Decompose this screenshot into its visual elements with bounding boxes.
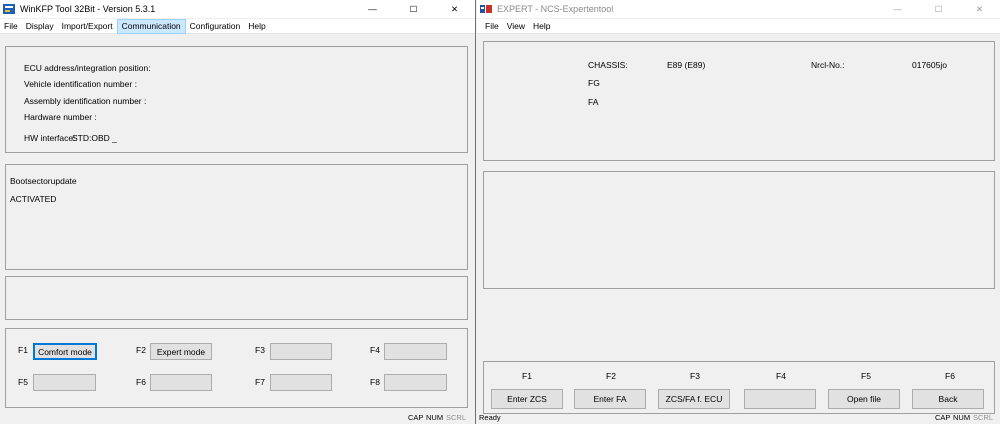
comfort-mode-button[interactable]: Comfort mode (33, 343, 97, 360)
enter-fa-button[interactable]: Enter FA (574, 389, 646, 409)
ncs-titlebar[interactable]: EXPERT - NCS-Expertentool — ☐ ✕ (477, 0, 1000, 18)
winkfp-menubar: File Display Import/Export Communication… (0, 18, 475, 34)
menu-help[interactable]: Help (244, 19, 269, 34)
enter-zcs-button[interactable]: Enter ZCS (491, 389, 563, 409)
hw-interface-value: STD:OBD _ (72, 133, 117, 143)
menu-help[interactable]: Help (529, 19, 554, 34)
fkey-label-f6: F6 (945, 371, 955, 381)
winkfp-titlebar[interactable]: WinKFP Tool 32Bit - Version 5.3.1 — ☐ ✕ (0, 0, 475, 18)
job-panel (483, 171, 995, 289)
scrl-indicator: SCRL (973, 413, 994, 422)
close-icon[interactable]: ✕ (959, 0, 1000, 18)
fkey-label-f5: F5 (861, 371, 871, 381)
hw-interface-label: HW interface: (24, 133, 76, 143)
f8-button[interactable] (384, 374, 447, 391)
winkfp-window: WinKFP Tool 32Bit - Version 5.3.1 — ☐ ✕ … (0, 0, 476, 424)
f5-button[interactable] (33, 374, 96, 391)
fkey-label-f7: F7 (255, 377, 265, 387)
ncs-app-icon (480, 5, 492, 13)
window-title: WinKFP Tool 32Bit - Version 5.3.1 (20, 4, 156, 14)
f7-button[interactable] (270, 374, 332, 391)
fkey-label-f4: F4 (776, 371, 786, 381)
status-panel: Bootsectorupdate ACTIVATED (5, 164, 468, 270)
fkey-label-f5: F5 (18, 377, 28, 387)
f3-button[interactable] (270, 343, 332, 360)
num-indicator: NUM (426, 413, 444, 422)
winkfp-app-icon (3, 4, 15, 14)
nrcl-value: 017605jo (912, 60, 947, 70)
activated-label: ACTIVATED (10, 194, 57, 204)
fg-label: FG (588, 78, 600, 88)
maximize-icon[interactable]: ☐ (918, 0, 959, 18)
fa-label: FA (588, 97, 599, 107)
fkey-label-f4: F4 (370, 345, 380, 355)
back-button[interactable]: Back (912, 389, 984, 409)
ncs-expert-window: EXPERT - NCS-Expertentool — ☐ ✕ File Vie… (477, 0, 1000, 424)
vehicle-info-panel: CHASSIS: E89 (E89) Nrcl-No.: 017605jo FG… (483, 41, 995, 161)
f4-button[interactable] (384, 343, 447, 360)
fkey-label-f2: F2 (136, 345, 146, 355)
chassis-value: E89 (E89) (667, 60, 706, 70)
message-panel (5, 276, 468, 320)
fkey-label-f1: F1 (18, 345, 28, 355)
menu-configuration[interactable]: Configuration (186, 19, 245, 34)
menu-file[interactable]: File (481, 19, 503, 34)
minimize-icon[interactable]: — (877, 0, 918, 18)
assembly-label: Assembly identification number : (24, 96, 147, 106)
ncs-function-keys-panel: F1 F2 F3 F4 F5 F6 Enter ZCS Enter FA ZCS… (483, 361, 995, 414)
maximize-icon[interactable]: ☐ (393, 0, 434, 18)
ncs-statusbar: Ready CAP NUM SCRL (477, 413, 1000, 424)
num-indicator: NUM (953, 413, 971, 422)
close-icon[interactable]: ✕ (434, 0, 475, 18)
function-keys-panel: F1 Comfort mode F2 Expert mode F3 F4 F5 … (5, 328, 468, 408)
menu-communication[interactable]: Communication (116, 18, 186, 34)
fkey-label-f6: F6 (136, 377, 146, 387)
ecu-info-panel: ECU address/integration position: Vehicl… (5, 46, 468, 153)
fkey-label-f1: F1 (522, 371, 532, 381)
menu-file[interactable]: File (0, 19, 22, 34)
window-title: EXPERT - NCS-Expertentool (497, 4, 614, 14)
minimize-icon[interactable]: — (352, 0, 393, 18)
bootsector-label: Bootsectorupdate (10, 176, 77, 186)
cap-indicator: CAP (935, 413, 951, 422)
menu-view[interactable]: View (503, 19, 529, 34)
scrl-indicator: SCRL (446, 413, 467, 422)
ncs-menubar: File View Help (477, 19, 1000, 34)
vin-label: Vehicle identification number : (24, 79, 137, 89)
f6-button[interactable] (150, 374, 212, 391)
open-file-button[interactable]: Open file (828, 389, 900, 409)
fkey-label-f3: F3 (255, 345, 265, 355)
winkfp-statusbar: CAP NUM SCRL (0, 413, 475, 424)
menu-display[interactable]: Display (22, 19, 58, 34)
hardware-label: Hardware number : (24, 112, 97, 122)
fkey-label-f2: F2 (606, 371, 616, 381)
chassis-label: CHASSIS: (588, 60, 628, 70)
ecu-address-label: ECU address/integration position: (24, 63, 151, 73)
ready-status: Ready (479, 413, 501, 422)
f4-button[interactable] (744, 389, 816, 409)
cap-indicator: CAP (408, 413, 424, 422)
zcs-fa-ecu-button[interactable]: ZCS/FA f. ECU (658, 389, 730, 409)
fkey-label-f3: F3 (690, 371, 700, 381)
fkey-label-f8: F8 (370, 377, 380, 387)
nrcl-label: Nrcl-No.: (811, 60, 845, 70)
expert-mode-button[interactable]: Expert mode (150, 343, 212, 360)
menu-import-export[interactable]: Import/Export (58, 19, 117, 34)
